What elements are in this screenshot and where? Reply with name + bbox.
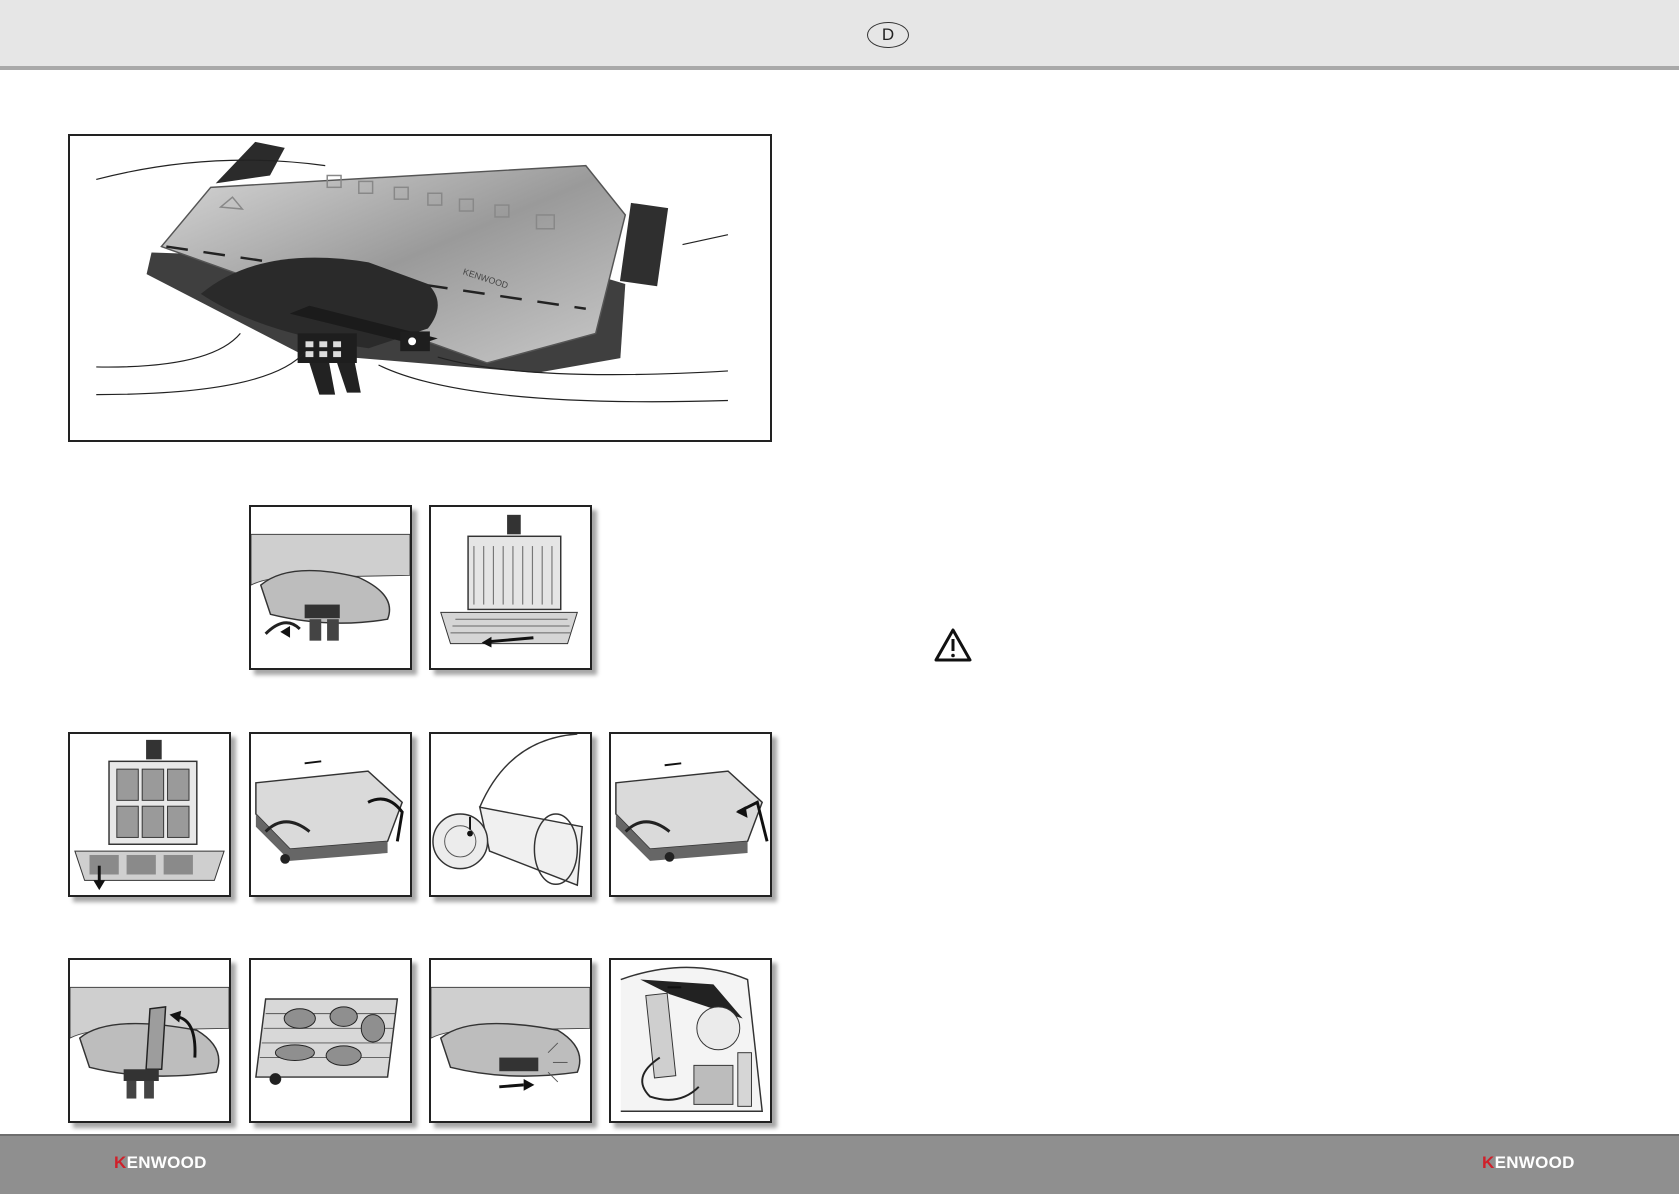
- logo-right-rest: ENWOOD: [1494, 1153, 1575, 1172]
- step-figure-oil-plates: [429, 732, 592, 897]
- step-figure-storage: [609, 958, 772, 1123]
- logo-right-initial: K: [1482, 1153, 1495, 1172]
- page-footer: KENWOOD KENWOOD: [0, 1134, 1679, 1194]
- logo-left-initial: K: [114, 1153, 127, 1172]
- step-figure-preheat: [609, 732, 772, 897]
- language-badge: D: [867, 22, 909, 48]
- step-figure-open-lid: [429, 505, 592, 670]
- grill-illustration: KENWOOD: [96, 141, 729, 403]
- step-figure-close-and-plug-in: [249, 732, 412, 897]
- logo-left-rest: ENWOOD: [126, 1153, 207, 1172]
- step-figure-food-on-grill: [249, 958, 412, 1123]
- step-figure-insert-plates: [68, 732, 231, 897]
- kenwood-logo-right: KENWOOD: [1482, 1153, 1575, 1173]
- page-header: D: [0, 0, 1679, 70]
- kenwood-logo-left: KENWOOD: [114, 1153, 207, 1173]
- step-figure-lift-handle: [68, 958, 231, 1123]
- warning-triangle-icon: [933, 627, 973, 663]
- product-overview-figure: KENWOOD: [68, 134, 772, 442]
- step-figure-switch-off: [429, 958, 592, 1123]
- step-figure-unlock-handle: [249, 505, 412, 670]
